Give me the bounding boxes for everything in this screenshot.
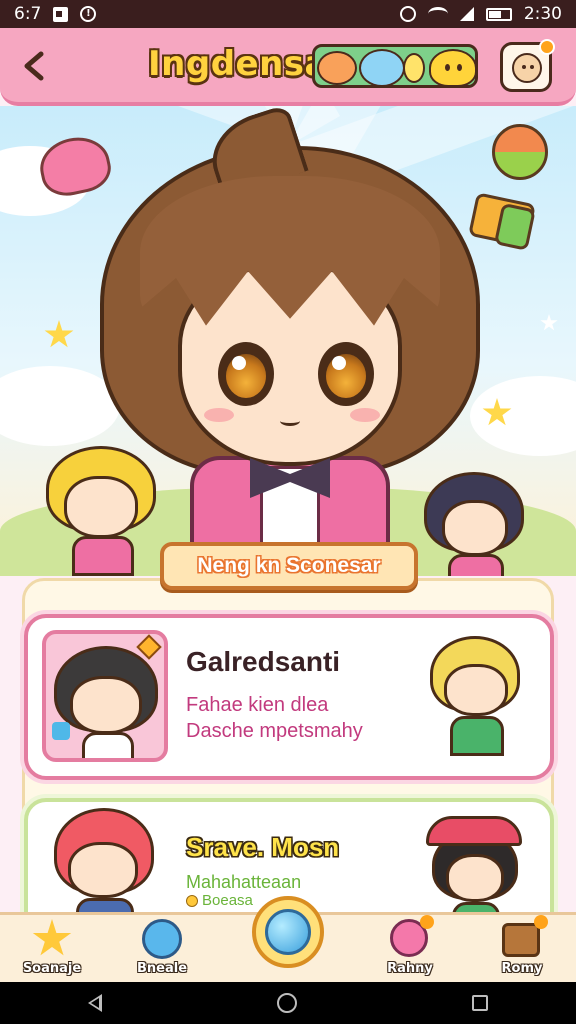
orange-mascot-icon [317, 51, 357, 85]
puzzle-icon [52, 722, 70, 740]
profile-avatar-button[interactable] [500, 39, 555, 92]
chevron-left-icon [24, 51, 44, 81]
notification-dot [539, 39, 555, 55]
nav-item-soanaje[interactable]: Soanaje [12, 919, 92, 983]
character-face [68, 842, 138, 898]
info-icon: ! [80, 6, 97, 22]
character-face [446, 854, 504, 902]
character-face [444, 664, 508, 716]
character-body [72, 536, 134, 576]
yellow-mascot-icon [403, 53, 425, 83]
mascot-strip[interactable] [312, 44, 478, 88]
nav-label: Bneale [136, 961, 188, 976]
hero-illustration [0, 106, 576, 576]
card-title: Galredsanti [186, 646, 341, 677]
ball-icon [492, 124, 548, 180]
nav-item-bneale[interactable]: Bneale [122, 919, 202, 983]
character-face [64, 476, 138, 538]
status-right: 2:30 [399, 4, 562, 24]
character-body [82, 732, 134, 758]
pink-character-icon [390, 915, 434, 959]
wifi-icon [427, 7, 448, 21]
nav-label: Soanaje [22, 961, 82, 976]
card-meta: Boeasa [186, 892, 253, 909]
nav-label: Romy [501, 961, 543, 976]
card-thumbnail [42, 630, 168, 762]
alarm-icon [399, 6, 416, 22]
card-meta-label: Boeasa [202, 892, 253, 909]
section-banner: Neng kn Sconesar [160, 542, 418, 590]
character-blush [204, 408, 234, 422]
cloud [470, 376, 576, 456]
blonde-character-sticker [422, 632, 532, 772]
nav-item-romy[interactable]: Romy [482, 915, 562, 983]
character-eye-right [318, 342, 374, 406]
card-subtitle: Fahae kien dlea [186, 694, 329, 716]
chick-mascot-icon [429, 49, 475, 85]
battery-icon [485, 7, 512, 21]
story-card[interactable]: Galredsanti Fahae kien dlea Dasche mpets… [24, 614, 554, 780]
notification-icon [53, 6, 69, 22]
coin-icon [186, 894, 198, 907]
blue-mascot-icon [359, 49, 405, 85]
character-eye-left [218, 342, 274, 406]
card-subtitle: Mahahatteaan [186, 872, 302, 892]
status-clock: 2:30 [523, 4, 562, 24]
character-face [70, 676, 142, 734]
character-body [448, 554, 504, 576]
status-bar: 6:7 ! 2:30 [0, 0, 576, 28]
card-description: Dasche mpetsmahy [186, 720, 363, 742]
globe-icon [142, 919, 182, 959]
card-title: Srave. Mosn [186, 832, 340, 862]
signal-icon [459, 7, 474, 21]
character-body [450, 716, 504, 756]
orb-icon [265, 909, 311, 955]
nav-label: Rahny [387, 961, 433, 976]
status-left: 6:7 ! [14, 4, 97, 24]
star-icon [32, 919, 72, 959]
system-back-icon[interactable] [87, 994, 102, 1012]
brown-character-icon [502, 915, 548, 959]
system-recents-icon[interactable] [472, 995, 489, 1011]
system-nav-bar [0, 982, 576, 1024]
character-hat [426, 816, 522, 846]
profile-avatar-icon [512, 53, 542, 83]
blonde-character [40, 446, 160, 576]
sparkle-icon [540, 314, 558, 331]
nav-item-rahny[interactable]: Rahny [370, 915, 450, 983]
status-time: 6:7 [14, 4, 42, 24]
system-home-icon[interactable] [276, 993, 297, 1013]
character-face [442, 500, 508, 556]
app-header: Ingdensa [0, 28, 576, 106]
app-title: Ingdensa [148, 44, 328, 84]
character-blush [350, 408, 380, 422]
back-button[interactable] [14, 46, 54, 86]
star-icon [44, 320, 74, 348]
section-banner-label: Neng kn Sconesar [197, 554, 381, 577]
dark-hair-character [420, 472, 530, 576]
center-action-button[interactable] [252, 896, 324, 968]
character-mouth [280, 416, 300, 426]
